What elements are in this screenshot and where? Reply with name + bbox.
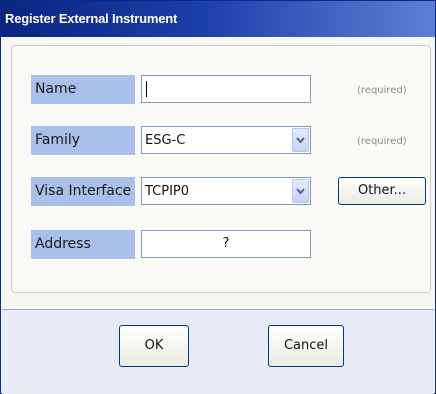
family-label: Family	[31, 126, 135, 155]
address-label: Address	[31, 230, 135, 259]
register-instrument-dialog: Register External Instrument Name (requi…	[0, 0, 436, 394]
visa-interface-label: Visa Interface	[31, 177, 135, 206]
text-caret	[146, 81, 147, 97]
address-input-value: ?	[222, 236, 230, 251]
family-dropdown-button[interactable]	[292, 128, 309, 152]
name-input[interactable]	[141, 75, 311, 103]
visa-interface-select-value: TCPIP0	[145, 184, 190, 199]
title-bar[interactable]: Register External Instrument	[1, 1, 435, 37]
chevron-down-icon	[296, 188, 305, 195]
family-select[interactable]: ESG-C	[141, 126, 311, 154]
cancel-button[interactable]: Cancel	[268, 325, 344, 367]
visa-interface-dropdown-button[interactable]	[292, 179, 309, 203]
ok-button[interactable]: OK	[119, 325, 189, 367]
family-required-hint: (required)	[357, 136, 407, 147]
window-title: Register External Instrument	[5, 11, 178, 26]
visa-interface-select[interactable]: TCPIP0	[141, 177, 311, 205]
name-label: Name	[31, 75, 135, 104]
name-required-hint: (required)	[357, 85, 407, 96]
family-select-value: ESG-C	[145, 133, 186, 148]
address-input[interactable]: ?	[141, 230, 311, 258]
chevron-down-icon	[296, 137, 305, 144]
dialog-footer	[2, 309, 434, 394]
other-interface-button[interactable]: Other...	[338, 177, 426, 205]
